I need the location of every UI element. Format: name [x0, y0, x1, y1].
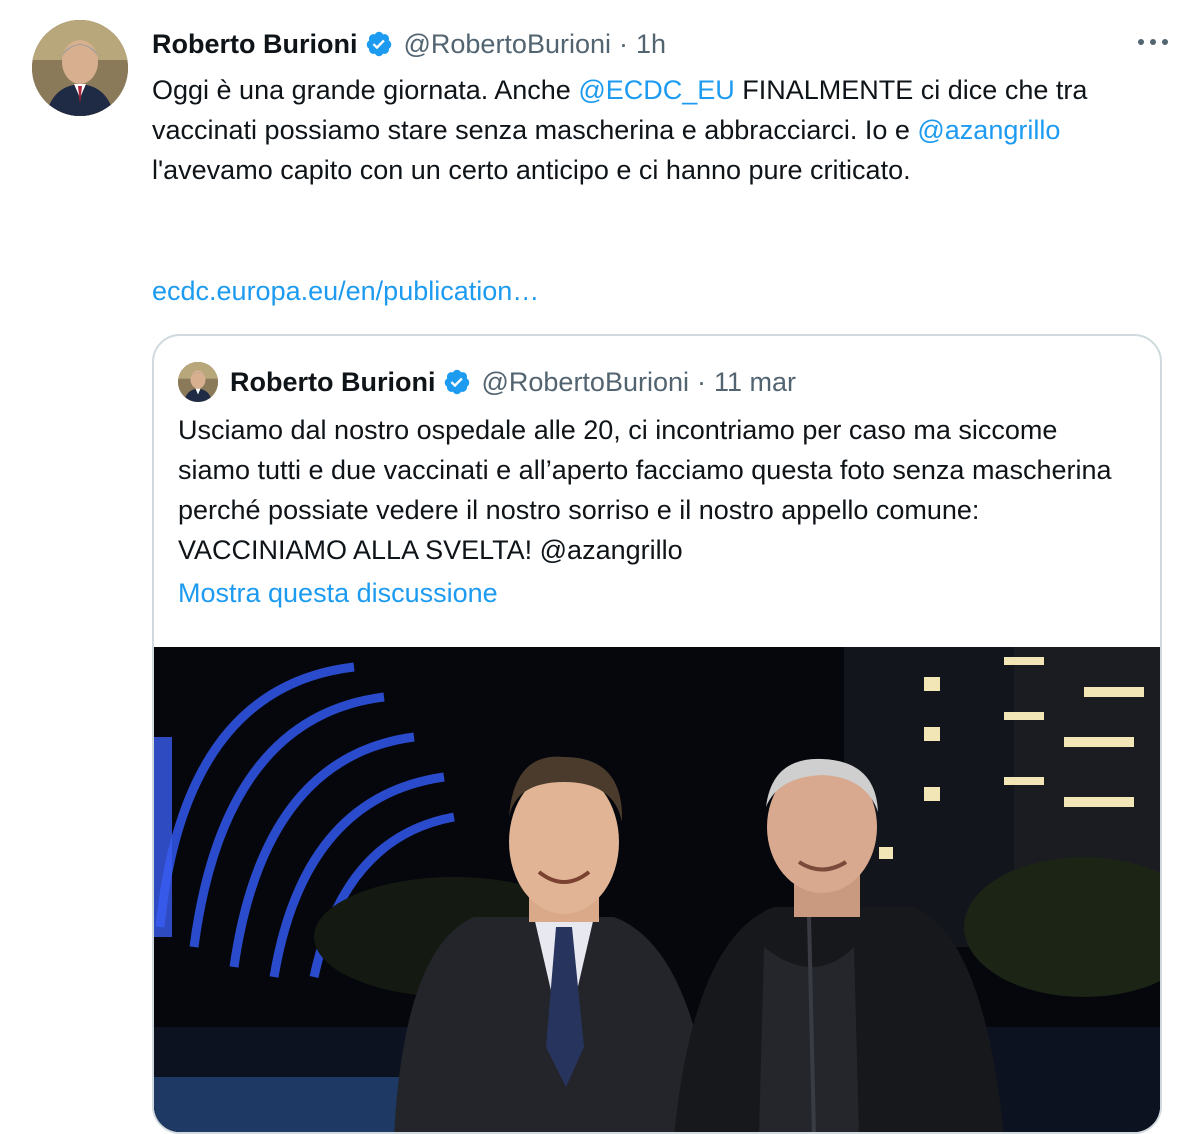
- quoted-author-avatar: [178, 362, 218, 402]
- author-avatar-image: [32, 20, 128, 116]
- tweet-timestamp[interactable]: 1h: [636, 29, 666, 60]
- show-thread-link[interactable]: Mostra questa discussione: [178, 578, 498, 609]
- night-photo-image: [154, 647, 1160, 1132]
- tweet-text: Oggi è una grande giornata. Anche @ECDC_…: [152, 70, 1162, 190]
- author-handle[interactable]: @RobertoBurioni: [403, 29, 611, 60]
- tweet-text-segment: Oggi è una grande giornata. Anche: [152, 75, 579, 105]
- quoted-tweet-photo[interactable]: [154, 647, 1160, 1132]
- more-options-icon[interactable]: [1138, 30, 1168, 54]
- separator-dot: ·: [619, 28, 628, 59]
- separator-dot: ·: [697, 366, 706, 397]
- quoted-tweet-text: Usciamo dal nostro ospedale alle 20, ci …: [178, 410, 1128, 570]
- quoted-mention: @azangrillo: [539, 535, 683, 565]
- tweet-header: Roberto Burioni @RobertoBurioni · 1h: [152, 24, 666, 64]
- external-link[interactable]: ecdc.europa.eu/en/publication…: [152, 271, 539, 311]
- quoted-tweet-date: 11 mar: [714, 366, 797, 397]
- author-name[interactable]: Roberto Burioni: [152, 29, 357, 60]
- quoted-tweet-header: Roberto Burioni @RobertoBurioni · 11 mar: [178, 362, 796, 402]
- verified-badge-icon: [443, 368, 471, 396]
- quoted-author-name: Roberto Burioni: [230, 366, 436, 397]
- quoted-author-handle: @RobertoBurioni: [481, 366, 689, 397]
- tweet-text-segment: l'avevamo capito con un certo anticipo e…: [152, 155, 911, 185]
- mention-azangrillo[interactable]: @azangrillo: [917, 115, 1060, 145]
- verified-badge-icon: [365, 30, 393, 58]
- mention-ecdc[interactable]: @ECDC_EU: [578, 75, 734, 105]
- quoted-tweet-card[interactable]: Roberto Burioni @RobertoBurioni · 11 mar…: [152, 334, 1162, 1134]
- author-avatar[interactable]: [32, 20, 128, 116]
